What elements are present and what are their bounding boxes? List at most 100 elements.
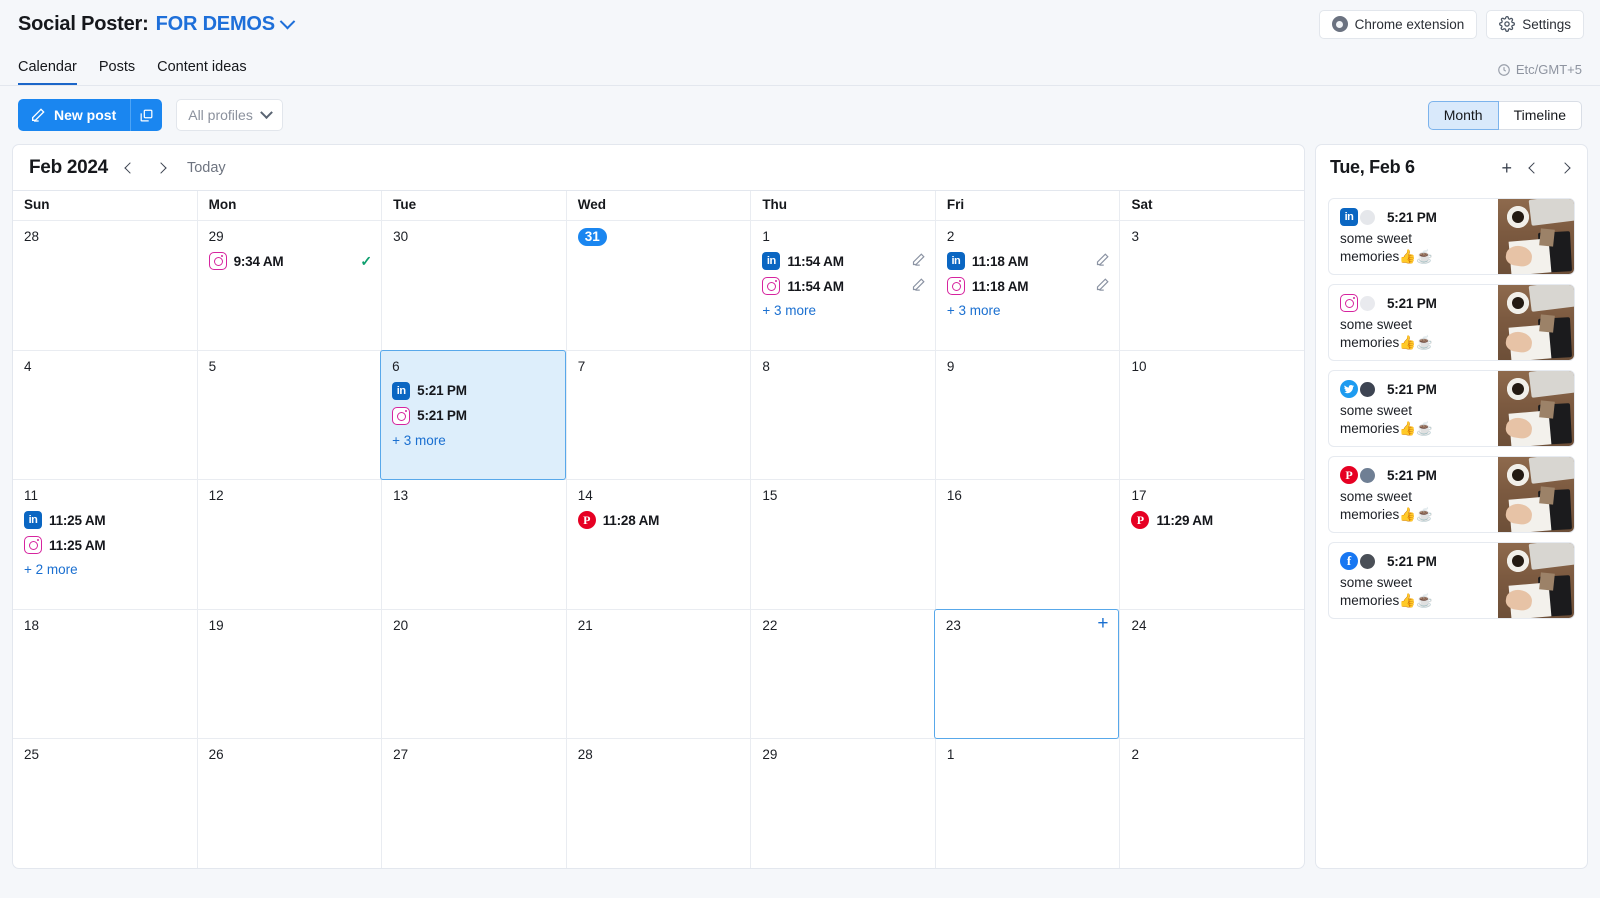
calendar-event[interactable]: P11:29 AM: [1131, 511, 1295, 529]
calendar-day-cell[interactable]: 7: [566, 351, 751, 480]
calendar-day-cell[interactable]: 2: [1119, 739, 1304, 868]
calendar-day-cell[interactable]: 23+: [934, 609, 1120, 740]
calendar-day-cell[interactable]: 22: [750, 610, 935, 739]
view-timeline-button[interactable]: Timeline: [1499, 101, 1582, 130]
calendar-day-cell[interactable]: 10: [1119, 351, 1304, 480]
new-post-button[interactable]: New post: [18, 99, 130, 131]
prev-month-button[interactable]: [121, 157, 139, 179]
copy-icon: [139, 108, 154, 123]
chevron-left-icon: [1528, 162, 1539, 173]
calendar-event[interactable]: 9:34 AM✓: [209, 252, 373, 270]
post-thumbnail: [1498, 543, 1574, 618]
calendar-day-cell[interactable]: 13: [381, 480, 566, 609]
calendar-day-cell[interactable]: 31: [566, 221, 751, 350]
calendar-day-cell[interactable]: 29 9:34 AM✓: [197, 221, 382, 350]
tab-content-ideas[interactable]: Content ideas: [157, 59, 246, 85]
calendar-event[interactable]: in11:18 AM: [947, 252, 1111, 270]
calendar-day-cell[interactable]: 28: [566, 739, 751, 868]
today-button[interactable]: Today: [187, 160, 226, 176]
edit-post-icon[interactable]: [1095, 277, 1110, 295]
show-more-events-link[interactable]: + 2 more: [24, 562, 188, 577]
calendar-day-cell[interactable]: 12: [197, 480, 382, 609]
next-month-button[interactable]: [152, 157, 170, 179]
calendar-day-cell[interactable]: 16: [935, 480, 1120, 609]
show-more-events-link[interactable]: + 3 more: [762, 303, 926, 318]
day-number: 8: [762, 358, 926, 375]
post-card[interactable]: P5:21 PMsome sweet memories👍☕: [1328, 456, 1575, 533]
calendar-day-cell[interactable]: 14P11:28 AM: [566, 480, 751, 609]
chrome-extension-button[interactable]: Chrome extension: [1319, 10, 1478, 39]
next-day-button[interactable]: [1556, 157, 1574, 179]
profiles-filter-dropdown[interactable]: All profiles: [176, 99, 283, 131]
calendar-event[interactable]: 5:21 PM: [392, 407, 556, 425]
calendar-day-cell[interactable]: 19: [197, 610, 382, 739]
calendar-day-cell[interactable]: 26: [197, 739, 382, 868]
event-time: 5:21 PM: [417, 408, 467, 423]
calendar-day-cell[interactable]: 24: [1119, 610, 1304, 739]
calendar-day-cell[interactable]: 4: [13, 351, 197, 480]
project-selector-label[interactable]: FOR DEMOS: [156, 13, 275, 36]
post-card[interactable]: f5:21 PMsome sweet memories👍☕: [1328, 542, 1575, 619]
view-month-button[interactable]: Month: [1428, 101, 1499, 130]
calendar-weeks: 28299:34 AM✓30311in11:54 AM11:54 AM+ 3 m…: [13, 220, 1304, 868]
calendar-event[interactable]: in11:54 AM: [762, 252, 926, 270]
calendar-day-cell[interactable]: 1in11:54 AM11:54 AM+ 3 more: [750, 221, 935, 350]
calendar-day-cell[interactable]: 15: [750, 480, 935, 609]
calendar-day-cell[interactable]: 28: [13, 221, 197, 350]
settings-button[interactable]: Settings: [1486, 10, 1584, 39]
calendar-event[interactable]: 11:18 AM: [947, 277, 1111, 295]
calendar-day-cell[interactable]: 17P11:29 AM: [1119, 480, 1304, 609]
calendar-event[interactable]: 11:54 AM: [762, 277, 926, 295]
nav-tabs: Calendar Posts Content ideas Etc/GMT+5: [0, 48, 1600, 86]
top-bar: Social Poster: FOR DEMOS Chrome extensio…: [0, 0, 1600, 48]
chevron-left-icon: [124, 162, 135, 173]
edit-post-icon[interactable]: [1095, 252, 1110, 270]
calendar-day-cell[interactable]: 8: [750, 351, 935, 480]
calendar-day-cell[interactable]: 11in11:25 AM11:25 AM+ 2 more: [13, 480, 197, 609]
calendar-day-cell[interactable]: 21: [566, 610, 751, 739]
post-card[interactable]: in5:21 PMsome sweet memories👍☕: [1328, 198, 1575, 275]
calendar-event[interactable]: in5:21 PM: [392, 382, 556, 400]
calendar-event[interactable]: in11:25 AM: [24, 511, 188, 529]
calendar-event[interactable]: P11:28 AM: [578, 511, 742, 529]
calendar-day-cell[interactable]: 5: [197, 351, 382, 480]
calendar-day-cell[interactable]: 3: [1119, 221, 1304, 350]
post-card[interactable]: 5:21 PMsome sweet memories👍☕: [1328, 370, 1575, 447]
add-post-button[interactable]: +: [1501, 161, 1512, 175]
calendar-day-cell[interactable]: 25: [13, 739, 197, 868]
calendar-day-cell[interactable]: 1: [935, 739, 1120, 868]
calendar-day-cell[interactable]: 30: [381, 221, 566, 350]
profiles-filter-label: All profiles: [188, 107, 253, 123]
prev-day-button[interactable]: [1525, 157, 1543, 179]
edit-post-icon[interactable]: [911, 252, 926, 270]
calendar-day-cell[interactable]: 18: [13, 610, 197, 739]
event-time: 11:18 AM: [972, 279, 1028, 294]
event-time: 11:25 AM: [49, 538, 105, 553]
calendar-day-cell[interactable]: 6 in5:21 PM 5:21 PM + 3 more: [380, 350, 566, 481]
edit-post-icon[interactable]: [911, 277, 926, 295]
day-number: 28: [578, 746, 742, 763]
calendar-event[interactable]: 11:25 AM: [24, 536, 188, 554]
day-number: 5: [209, 358, 373, 375]
add-post-in-day-button[interactable]: +: [1097, 615, 1108, 632]
linkedin-icon: in: [24, 511, 42, 529]
show-more-events-link[interactable]: + 3 more: [392, 433, 556, 448]
calendar-day-cell[interactable]: 20: [381, 610, 566, 739]
instagram-icon: [1340, 294, 1358, 312]
tab-calendar[interactable]: Calendar: [18, 59, 77, 85]
calendar-day-cell[interactable]: 29: [750, 739, 935, 868]
show-more-events-link[interactable]: + 3 more: [947, 303, 1111, 318]
calendar-day-cell[interactable]: 27: [381, 739, 566, 868]
post-card[interactable]: 5:21 PMsome sweet memories👍☕: [1328, 284, 1575, 361]
post-time: 5:21 PM: [1387, 468, 1437, 483]
chevron-down-icon[interactable]: [280, 13, 296, 29]
tab-posts[interactable]: Posts: [99, 59, 135, 85]
calendar-week-row: 11in11:25 AM11:25 AM+ 2 more121314P11:28…: [13, 479, 1304, 609]
calendar-header: Feb 2024 Today: [13, 145, 1304, 190]
calendar-day-cell[interactable]: 2in11:18 AM11:18 AM+ 3 more: [935, 221, 1120, 350]
new-post-duplicate-button[interactable]: [130, 99, 162, 131]
day-number: 6: [392, 358, 556, 375]
day-number: 29: [209, 228, 373, 245]
day-number: 28: [24, 228, 188, 245]
calendar-day-cell[interactable]: 9: [935, 351, 1120, 480]
